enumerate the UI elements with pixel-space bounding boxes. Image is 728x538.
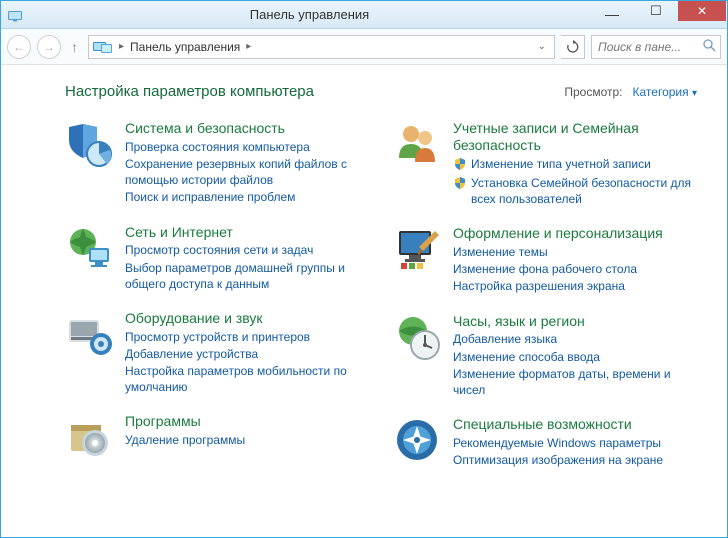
category: Оформление и персонализация Изменение тем…	[393, 225, 697, 294]
category-link-text: Поиск и исправление проблем	[125, 189, 295, 205]
category-icon	[65, 310, 113, 358]
category: Сеть и ИнтернетПросмотр состояния сети и…	[65, 224, 369, 292]
category-link[interactable]: Изменение типа учетной записи	[453, 156, 697, 174]
category-title[interactable]: Оформление и персонализация	[453, 225, 697, 242]
category-link-text: Просмотр состояния сети и задач	[125, 242, 313, 258]
category-link-text: Изменение типа учетной записи	[471, 156, 651, 172]
right-column: Учетные записи и Семейная безопасность И…	[393, 120, 697, 468]
category: Система и безопасность Проверка состояния…	[65, 120, 369, 206]
category-icon	[393, 313, 441, 361]
category-link[interactable]: Проверка состояния компьютера	[125, 139, 369, 155]
view-value[interactable]: Категория	[633, 85, 689, 99]
category-link[interactable]: Изменение способа ввода	[453, 349, 697, 365]
window-title: Панель управления	[29, 7, 590, 22]
category-link[interactable]: Выбор параметров домашней группы и общег…	[125, 260, 369, 292]
search-box[interactable]	[591, 35, 721, 59]
nav-up-button[interactable]: ↑	[67, 39, 82, 55]
category-link-text: Оптимизация изображения на экране	[453, 452, 663, 468]
category-link-text: Настройка параметров мобильности по умол…	[125, 363, 369, 395]
search-input[interactable]	[596, 39, 698, 55]
breadcrumb[interactable]: Панель управления	[130, 40, 240, 54]
category-link-text: Изменение темы	[453, 244, 548, 260]
page-title: Настройка параметров компьютера	[65, 83, 314, 100]
category-link-text: Проверка состояния компьютера	[125, 139, 310, 155]
category-link[interactable]: Настройка параметров мобильности по умол…	[125, 363, 369, 395]
category-link[interactable]: Просмотр состояния сети и задач	[125, 242, 369, 258]
category-link-text: Сохранение резервных копий файлов с помо…	[125, 156, 369, 188]
control-panel-window: Панель управления — ☐ ✕ ← → ↑ ▸ Панель у…	[0, 0, 728, 538]
category-icon	[65, 224, 113, 272]
category-link[interactable]: Удаление программы	[125, 432, 369, 448]
addressbar[interactable]: ▸ Панель управления ▸ ⌄	[88, 35, 555, 59]
app-icon	[1, 7, 29, 23]
window-controls: — ☐ ✕	[590, 1, 726, 21]
category-link-text: Изменение фона рабочего стола	[453, 261, 637, 277]
search-icon[interactable]	[702, 38, 716, 55]
category-icon	[393, 225, 441, 273]
category: Оборудование и звук Просмотр устройств и …	[65, 310, 369, 396]
category-link[interactable]: Настройка разрешения экрана	[453, 278, 697, 294]
chevron-right-icon: ▸	[119, 41, 124, 52]
category-link-text: Удаление программы	[125, 432, 245, 448]
nav-back-button[interactable]: ←	[7, 35, 31, 59]
category-link-text: Настройка разрешения экрана	[453, 278, 625, 294]
category-link-text: Изменение форматов даты, времени и чисел	[453, 366, 697, 398]
nav-forward-button[interactable]: →	[37, 35, 61, 59]
category-title[interactable]: Система и безопасность	[125, 120, 369, 137]
category-title[interactable]: Специальные возможности	[453, 416, 697, 433]
category: Часы, язык и регионДобавление языка Измен…	[393, 313, 697, 399]
category-title[interactable]: Сеть и Интернет	[125, 224, 369, 241]
category-link[interactable]: Рекомендуемые Windows параметры	[453, 435, 697, 451]
category-icon	[65, 413, 113, 461]
uac-shield-icon	[453, 175, 467, 193]
category: Специальные возможности Рекомендуемые Win…	[393, 416, 697, 468]
category-link-text: Изменение способа ввода	[453, 349, 600, 365]
category-title[interactable]: Программы	[125, 413, 369, 430]
category-icon	[393, 120, 441, 168]
left-column: Система и безопасность Проверка состояния…	[65, 120, 369, 468]
uac-shield-icon	[453, 156, 467, 174]
category-link[interactable]: Установка Семейной безопасности для всех…	[453, 175, 697, 207]
chevron-down-icon: ▾	[692, 88, 697, 99]
category-link-text: Добавление устройства	[125, 346, 258, 362]
category-icon	[393, 416, 441, 464]
close-button[interactable]: ✕	[678, 1, 726, 21]
category-link-text: Установка Семейной безопасности для всех…	[471, 175, 697, 207]
category-title[interactable]: Часы, язык и регион	[453, 313, 697, 330]
minimize-button[interactable]: —	[590, 1, 634, 21]
category-link-text: Выбор параметров домашней группы и общег…	[125, 260, 369, 292]
content-area: Настройка параметров компьютера Просмотр…	[1, 65, 727, 537]
category-link-text: Добавление языка	[453, 331, 557, 347]
view-label: Просмотр:	[564, 85, 622, 99]
category-link[interactable]: Просмотр устройств и принтеров	[125, 329, 369, 345]
refresh-button[interactable]	[561, 35, 585, 59]
category-title[interactable]: Учетные записи и Семейная безопасность	[453, 120, 697, 154]
category-link[interactable]: Изменение форматов даты, времени и чисел	[453, 366, 697, 398]
category: Учетные записи и Семейная безопасность И…	[393, 120, 697, 207]
category-link-text: Рекомендуемые Windows параметры	[453, 435, 661, 451]
category-link[interactable]: Изменение темы	[453, 244, 697, 260]
category-title[interactable]: Оборудование и звук	[125, 310, 369, 327]
category-link[interactable]: Изменение фона рабочего стола	[453, 261, 697, 277]
category: Программы Удаление программы	[65, 413, 369, 461]
titlebar: Панель управления — ☐ ✕	[1, 1, 727, 29]
category-link[interactable]: Добавление языка	[453, 331, 697, 347]
navbar: ← → ↑ ▸ Панель управления ▸ ⌄	[1, 29, 727, 65]
maximize-button[interactable]: ☐	[634, 1, 678, 21]
chevron-right-icon: ▸	[246, 41, 251, 52]
category-link-text: Просмотр устройств и принтеров	[125, 329, 310, 345]
address-dropdown-icon[interactable]: ⌄	[534, 41, 550, 52]
category-link[interactable]: Поиск и исправление проблем	[125, 189, 369, 205]
category-link[interactable]: Сохранение резервных копий файлов с помо…	[125, 156, 369, 188]
category-link[interactable]: Оптимизация изображения на экране	[453, 452, 697, 468]
control-panel-icon	[93, 39, 113, 55]
view-menu[interactable]: Просмотр: Категория ▾	[564, 85, 697, 99]
category-icon	[65, 120, 113, 168]
category-link[interactable]: Добавление устройства	[125, 346, 369, 362]
